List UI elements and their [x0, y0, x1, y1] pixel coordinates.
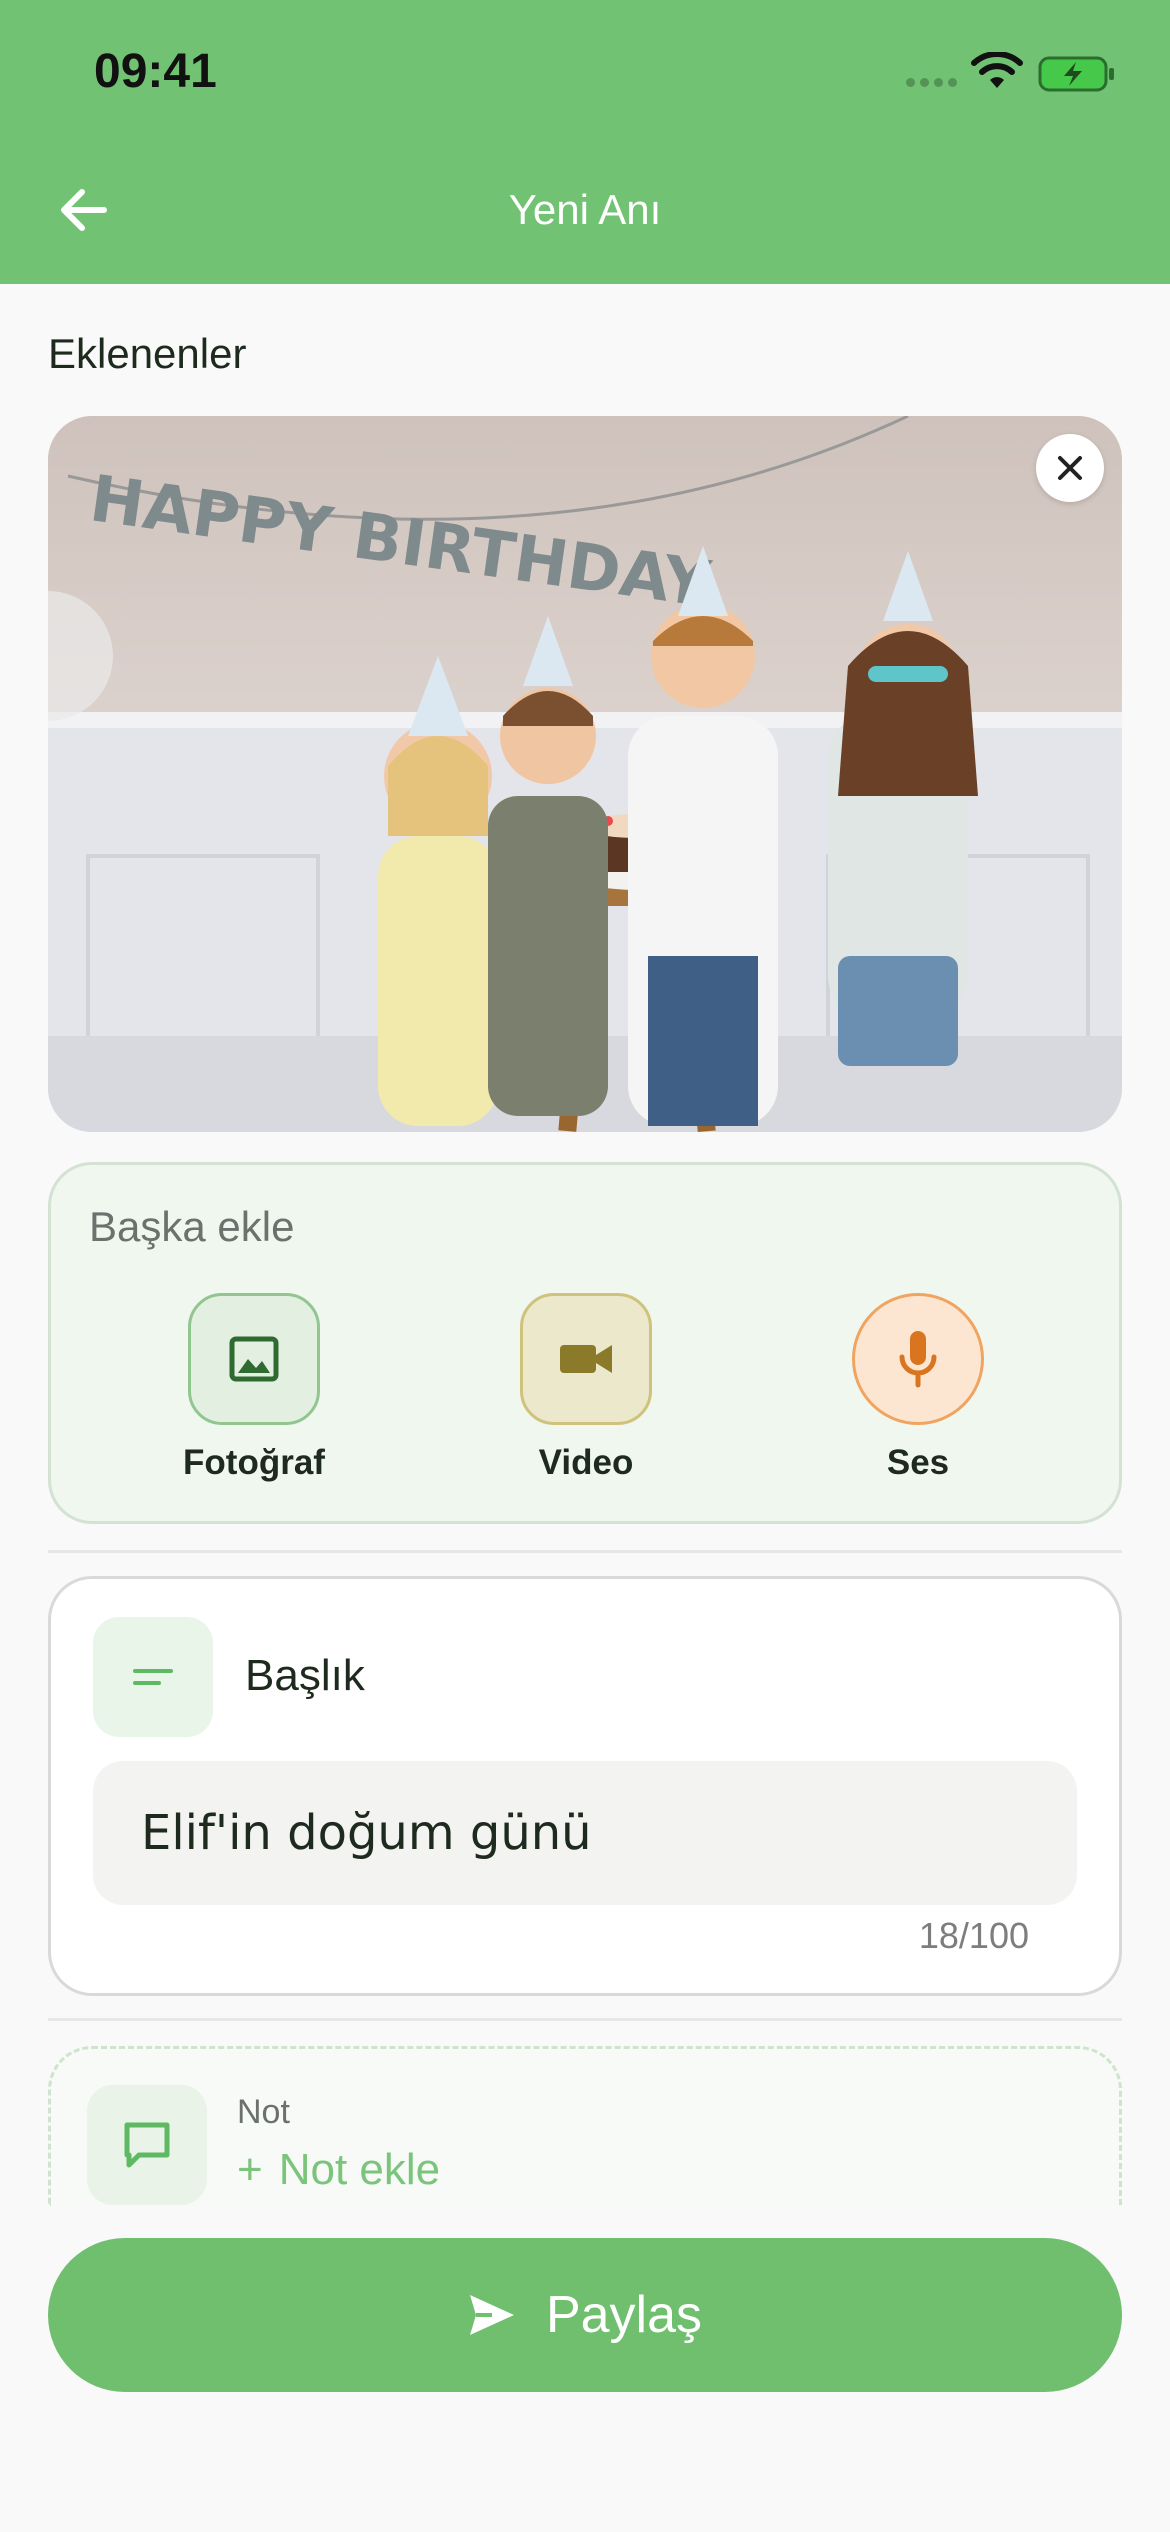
birthday-photo-image: HAPPY BIRTHDAY [48, 416, 1122, 1132]
close-icon [1058, 456, 1082, 480]
attached-photo[interactable]: HAPPY BIRTHDAY [48, 416, 1122, 1132]
title-card: Başlık 18/100 [48, 1576, 1122, 1996]
text-lines-icon [133, 1669, 173, 1685]
add-audio-button[interactable] [852, 1293, 984, 1425]
title-field-label: Başlık [245, 1651, 365, 1700]
add-photo-label: Fotoğraf [183, 1443, 325, 1482]
plus-icon: + [237, 2145, 263, 2194]
image-icon [229, 1336, 279, 1382]
video-icon [560, 1345, 612, 1373]
remove-photo-button[interactable] [1036, 434, 1104, 502]
add-video-button[interactable] [520, 1293, 652, 1425]
title-char-counter: 18/100 [918, 1915, 1029, 1956]
status-time: 09:41 [94, 45, 217, 98]
battery-icon [1038, 56, 1114, 92]
cellular-signal-icon [906, 78, 958, 90]
add-photo-button[interactable] [188, 1293, 320, 1425]
add-video-label: Video [538, 1443, 634, 1482]
microphone-icon [899, 1331, 937, 1388]
add-more-panel: Başka ekle Fotoğraf Video Ses [48, 1162, 1122, 1524]
title-input[interactable] [93, 1761, 1077, 1905]
note-label: Not [237, 2093, 290, 2131]
note-icon-badge [87, 2085, 207, 2205]
wifi-icon [971, 52, 1023, 88]
section-divider [48, 2018, 1122, 2021]
title-icon-badge [93, 1617, 213, 1737]
add-note-label: Not ekle [278, 2145, 441, 2194]
attachments-label: Eklenenler [48, 330, 247, 377]
note-card[interactable]: Not + Not ekle [48, 2046, 1122, 2206]
send-icon [469, 2295, 514, 2335]
page-title: Yeni Anı [508, 186, 662, 233]
add-more-title: Başka ekle [89, 1203, 295, 1250]
add-note-link[interactable]: + Not ekle [237, 2145, 440, 2195]
share-button-label: Paylaş [545, 2286, 703, 2344]
share-button[interactable]: Paylaş [48, 2238, 1122, 2392]
section-divider [48, 1550, 1122, 1553]
add-audio-label: Ses [886, 1443, 950, 1482]
comment-icon [124, 2122, 170, 2168]
app-header: 09:41 Yeni Anı [0, 0, 1170, 284]
